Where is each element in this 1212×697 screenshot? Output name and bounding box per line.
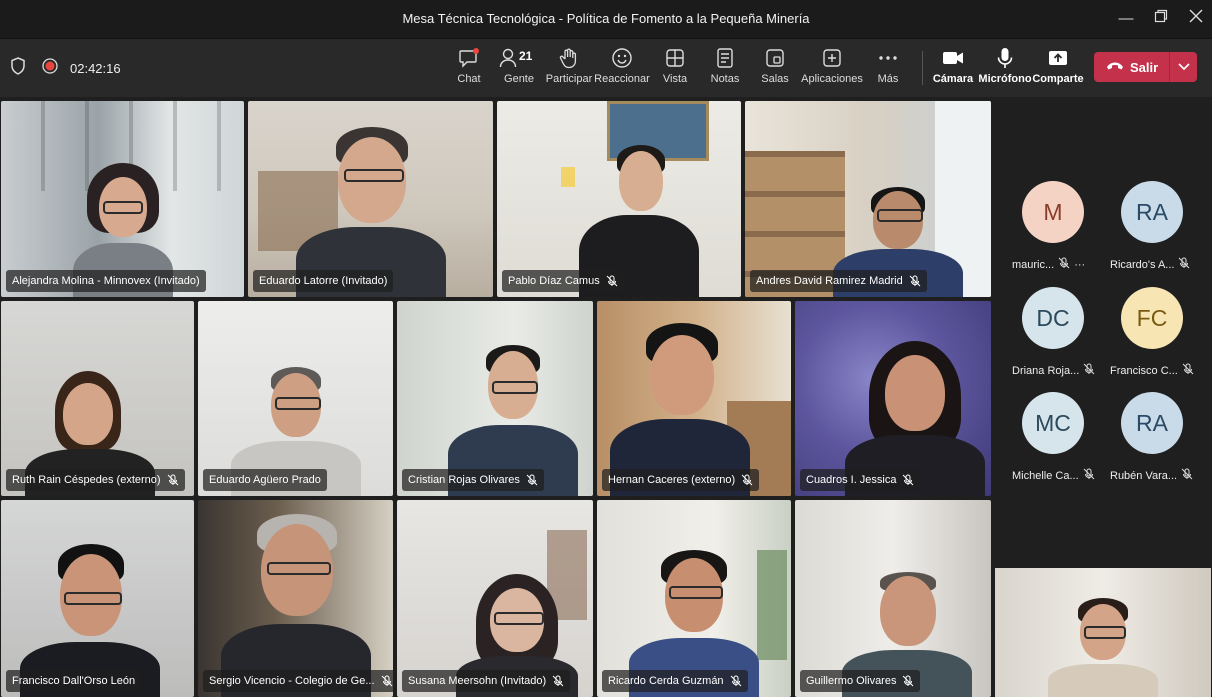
avatar[interactable]: MC: [1022, 392, 1084, 454]
rooms-button[interactable]: Salas: [747, 47, 803, 85]
add-apps-icon: [800, 47, 864, 69]
close-icon[interactable]: [1186, 9, 1206, 29]
participant-nameplate: Hernan Caceres (externo): [602, 469, 760, 491]
notes-icon: [697, 47, 753, 69]
share-icon: [1030, 47, 1086, 69]
raise-hand-icon: [541, 47, 597, 69]
avatar-name: Rubén Vara...: [1110, 468, 1193, 483]
notes-button[interactable]: Notas: [697, 47, 753, 85]
audio-participants-panel: M mauric... ··· RA Ricardo's A... DC Dri…: [994, 97, 1212, 567]
mic-off-icon: [526, 474, 538, 486]
participant-nameplate: Alejandra Molina - Minnovex (Invitado): [6, 270, 206, 292]
meeting-title: Mesa Técnica Tecnológica - Política de F…: [402, 11, 810, 26]
mic-off-icon: [552, 675, 564, 687]
avatar[interactable]: RA: [1121, 392, 1183, 454]
svg-text:21: 21: [519, 49, 533, 63]
shield-icon[interactable]: [10, 57, 26, 80]
react-button[interactable]: Reaccionar: [594, 47, 650, 85]
more-options-icon[interactable]: ···: [1074, 259, 1085, 271]
video-tile[interactable]: Guillermo Olivares: [795, 500, 991, 697]
participant-nameplate: Eduardo Latorre (Invitado): [253, 270, 394, 292]
leave-label: Salir: [1130, 59, 1159, 75]
avatar-name: mauric... ···: [1012, 257, 1086, 272]
raise-hand-button[interactable]: Participar: [541, 47, 597, 85]
mic-off-icon: [730, 675, 742, 687]
people-icon: 21: [499, 47, 539, 69]
mic-off-icon: [1083, 363, 1095, 378]
self-view-video[interactable]: [995, 568, 1211, 697]
mic-off-icon: [1058, 257, 1070, 272]
avatar[interactable]: RA: [1121, 181, 1183, 243]
participant-nameplate: Sergio Vicencio - Colegio de Ge...: [203, 670, 393, 692]
video-tile[interactable]: Pablo Díaz Camus: [497, 101, 741, 297]
view-button[interactable]: Vista: [647, 47, 703, 85]
participant-nameplate: Andres David Ramirez Madrid: [750, 270, 927, 292]
mic-off-icon: [1181, 468, 1193, 483]
meeting-timer: 02:42:16: [70, 61, 121, 76]
recording-icon: [42, 58, 58, 79]
video-tile[interactable]: Ricardo Cerda Guzmán: [597, 500, 791, 697]
mic-off-icon: [167, 474, 179, 486]
hang-up-icon: [1106, 60, 1124, 75]
title-bar: Mesa Técnica Tecnológica - Política de F…: [0, 0, 1212, 39]
smiley-icon: [594, 47, 650, 69]
minimize-icon[interactable]: —: [1116, 9, 1136, 29]
mic-off-icon: [902, 675, 914, 687]
maximize-icon[interactable]: [1151, 9, 1171, 29]
video-tile[interactable]: Susana Meersohn (Invitado): [397, 500, 593, 697]
participant-nameplate: Ruth Rain Céspedes (externo): [6, 469, 185, 491]
rooms-icon: [747, 47, 803, 69]
chat-icon: [441, 47, 497, 69]
camera-icon: [925, 47, 981, 69]
video-tile[interactable]: Alejandra Molina - Minnovex (Invitado): [1, 101, 244, 297]
avatar[interactable]: M: [1022, 181, 1084, 243]
participant-nameplate: Cristian Rojas Olivares: [402, 469, 544, 491]
camera-button[interactable]: Cámara: [925, 47, 981, 85]
video-tile[interactable]: Eduardo Agüero Prado: [198, 301, 393, 496]
video-tile[interactable]: Ruth Rain Céspedes (externo): [1, 301, 194, 496]
microphone-button[interactable]: Micrófono: [977, 47, 1033, 85]
toolbar-divider: [922, 51, 923, 85]
participant-nameplate: Francisco Dall'Orso León: [6, 670, 142, 692]
avatar-name: Francisco C...: [1110, 363, 1194, 378]
video-tile[interactable]: Eduardo Latorre (Invitado): [248, 101, 493, 297]
video-tile[interactable]: Cristian Rojas Olivares: [397, 301, 593, 496]
video-tile[interactable]: Hernan Caceres (externo): [597, 301, 791, 496]
participant-nameplate: Ricardo Cerda Guzmán: [602, 670, 748, 692]
leave-options-chevron-down-icon[interactable]: [1170, 58, 1197, 76]
video-tile[interactable]: Cuadros I. Jessica: [795, 301, 991, 496]
people-button[interactable]: 21 Gente: [491, 47, 547, 85]
more-button[interactable]: Más: [860, 47, 916, 85]
leave-button[interactable]: Salir: [1094, 52, 1197, 82]
mic-off-icon: [902, 474, 914, 486]
mic-off-icon: [1182, 363, 1194, 378]
avatar-name: Ricardo's A...: [1110, 257, 1190, 272]
avatar[interactable]: DC: [1022, 287, 1084, 349]
video-grid: Alejandra Molina - Minnovex (Invitado) E…: [0, 97, 993, 697]
video-tile[interactable]: Sergio Vicencio - Colegio de Ge...: [198, 500, 393, 697]
avatar-name: Michelle Ca...: [1012, 468, 1095, 483]
mic-off-icon: [1178, 257, 1190, 272]
share-button[interactable]: Comparte: [1030, 47, 1086, 85]
participant-nameplate: Cuadros I. Jessica: [800, 469, 921, 491]
avatar[interactable]: FC: [1121, 287, 1183, 349]
participant-nameplate: Eduardo Agüero Prado: [203, 469, 327, 491]
video-tile[interactable]: Francisco Dall'Orso León: [1, 500, 194, 697]
more-icon: [860, 47, 916, 69]
avatar-name: Driana Roja...: [1012, 363, 1095, 378]
mic-off-icon: [741, 474, 753, 486]
microphone-icon: [977, 47, 1033, 69]
mic-off-icon: [381, 675, 393, 687]
chat-button[interactable]: Chat: [441, 47, 497, 85]
apps-button[interactable]: Aplicaciones: [800, 47, 864, 85]
video-tile[interactable]: Andres David Ramirez Madrid: [745, 101, 991, 297]
view-icon: [647, 47, 703, 69]
participant-nameplate: Susana Meersohn (Invitado): [402, 670, 571, 692]
mic-off-icon: [1083, 468, 1095, 483]
mic-off-icon: [606, 275, 618, 287]
mic-off-icon: [909, 275, 921, 287]
meeting-toolbar: 02:42:16 Chat 21 Gente Participar Reacci…: [0, 39, 1212, 97]
participant-nameplate: Guillermo Olivares: [800, 670, 921, 692]
participant-nameplate: Pablo Díaz Camus: [502, 270, 624, 292]
